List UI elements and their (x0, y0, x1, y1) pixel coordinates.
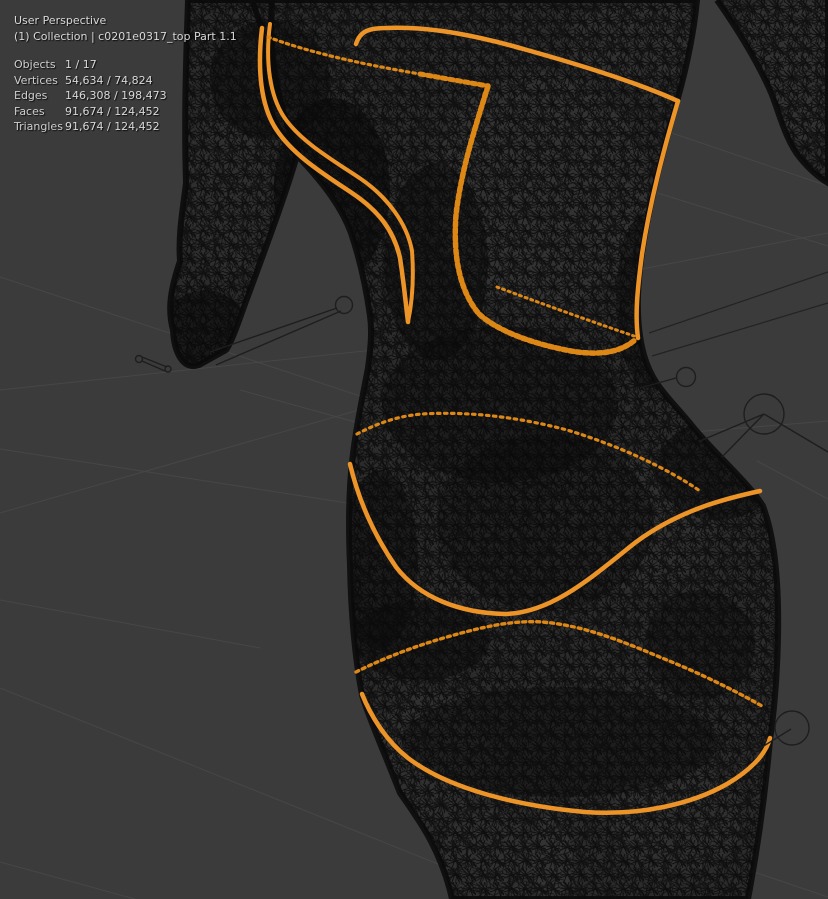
viewport-3d-canvas[interactable] (0, 0, 828, 899)
blender-viewport: User Perspective (1) Collection | c0201e… (0, 0, 828, 899)
